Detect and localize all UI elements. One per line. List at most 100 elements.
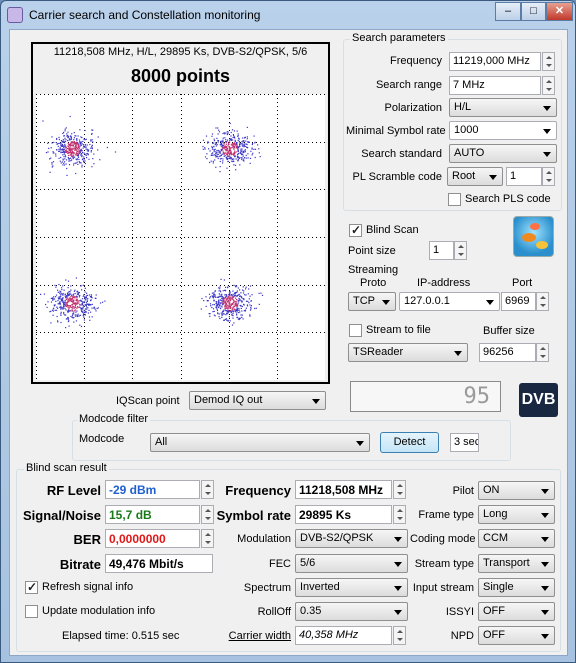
blind-scan-checkbox[interactable] <box>349 223 362 237</box>
port-input[interactable]: 6969 <box>501 292 536 311</box>
iq-point <box>75 172 77 175</box>
iq-point <box>214 290 216 292</box>
iq-point <box>52 299 54 301</box>
signal-noise-spinner[interactable] <box>201 505 214 524</box>
update-modulation-checkbox[interactable] <box>25 605 38 618</box>
ip-address-select[interactable]: 127.0.0.1 <box>399 292 500 311</box>
iq-point <box>52 310 54 312</box>
result-frequency-spinner[interactable] <box>393 480 406 499</box>
stream-target-select[interactable]: TSReader <box>348 343 468 362</box>
min-symbol-rate-label: Minimal Symbol rate <box>346 125 446 137</box>
iq-point <box>227 287 229 289</box>
point-size-input[interactable]: 1 <box>429 241 454 260</box>
buffer-size-input[interactable]: 96256 <box>479 343 536 362</box>
iq-point <box>67 156 69 159</box>
proto-select[interactable]: TCP <box>348 292 396 311</box>
close-button[interactable]: ✕ <box>546 2 573 21</box>
search-pls-checkbox[interactable] <box>448 193 461 206</box>
frequency-input[interactable]: 11219,000 MHz <box>449 52 541 71</box>
iq-point <box>91 316 93 318</box>
iq-point <box>231 129 234 131</box>
iq-point <box>237 146 239 148</box>
rolloff-value: 0.35 <box>300 605 322 617</box>
detect-button[interactable]: Detect <box>380 432 439 453</box>
issyi-select[interactable]: OFF <box>478 602 555 621</box>
fec-select[interactable]: 5/6 <box>295 554 408 573</box>
iq-point <box>59 303 61 305</box>
search-standard-select[interactable]: AUTO <box>449 144 557 163</box>
iq-point <box>73 164 75 166</box>
iq-point <box>57 289 59 291</box>
iq-point <box>232 296 234 298</box>
iq-point <box>57 145 59 147</box>
refresh-signal-checkbox[interactable] <box>25 580 38 594</box>
iq-point <box>75 143 77 145</box>
input-stream-select[interactable]: Single <box>478 578 555 597</box>
polarization-select[interactable]: H/L <box>449 98 557 117</box>
iq-point <box>230 158 232 160</box>
iq-point <box>251 294 253 296</box>
minimize-button[interactable]: – <box>495 2 521 21</box>
iq-point <box>226 149 229 151</box>
title-bar[interactable]: Carrier search and Constellation monitor… <box>1 1 575 29</box>
iq-point <box>220 278 222 280</box>
iq-point <box>60 162 62 164</box>
min-symbol-rate-select[interactable]: 1000 <box>449 121 557 140</box>
frequency-spinner[interactable] <box>542 52 555 71</box>
pl-scramble-value-input[interactable]: 1 <box>506 167 542 186</box>
iq-point <box>84 163 86 165</box>
iq-point <box>224 301 226 303</box>
iq-point <box>234 311 237 313</box>
iq-point <box>222 137 224 139</box>
iq-point <box>59 290 61 292</box>
stream-to-file-checkbox[interactable] <box>349 324 362 337</box>
iq-point <box>70 310 72 312</box>
carrier-width-spinner[interactable] <box>393 626 406 645</box>
iqscan-point-select[interactable]: Demod IQ out <box>189 391 326 410</box>
iq-point <box>62 308 64 310</box>
port-spinner[interactable] <box>536 292 549 311</box>
point-size-spinner[interactable] <box>454 241 467 260</box>
iq-point <box>54 284 56 286</box>
iq-point <box>212 308 215 310</box>
search-range-input[interactable]: 7 MHz <box>449 76 541 95</box>
maximize-button[interactable]: □ <box>521 2 546 21</box>
timeout-input[interactable]: 3 sec <box>450 433 479 452</box>
symbol-rate-spinner[interactable] <box>393 505 406 524</box>
iq-point <box>248 288 250 290</box>
iq-point <box>229 122 231 125</box>
modulation-select[interactable]: DVB-S2/QPSK <box>295 529 408 548</box>
stream-type-select[interactable]: Transport <box>478 554 555 573</box>
npd-select[interactable]: OFF <box>478 626 555 645</box>
iq-point <box>228 306 230 308</box>
search-range-spinner[interactable] <box>542 76 555 95</box>
buffer-size-spinner[interactable] <box>536 343 549 362</box>
ber-spinner[interactable] <box>201 529 214 548</box>
iq-point <box>75 311 77 313</box>
iq-point <box>67 306 69 308</box>
rolloff-select[interactable]: 0.35 <box>295 602 408 621</box>
iq-point <box>76 293 78 295</box>
pl-scramble-mode-select[interactable]: Root <box>447 167 503 186</box>
iq-point <box>217 141 219 143</box>
rf-level-spinner[interactable] <box>201 480 214 499</box>
modcode-select[interactable]: All <box>150 433 370 452</box>
iq-point <box>209 303 212 305</box>
iq-point <box>96 307 98 310</box>
iq-point <box>60 295 62 298</box>
iq-point <box>63 135 65 137</box>
carrier-width-link[interactable]: Carrier width <box>215 630 291 642</box>
iq-point <box>65 151 67 154</box>
stream-target-value: TSReader <box>353 346 404 358</box>
iq-point <box>85 138 87 140</box>
iq-point <box>218 290 220 292</box>
iq-point <box>102 301 104 303</box>
spectrum-select[interactable]: Inverted <box>295 578 408 597</box>
iq-point <box>221 293 223 295</box>
coding-mode-select[interactable]: CCM <box>478 529 555 548</box>
iq-point <box>73 132 75 134</box>
iq-point <box>62 132 64 135</box>
pilot-select[interactable]: ON <box>478 481 555 500</box>
pl-scramble-spinner[interactable] <box>542 167 555 186</box>
frame-type-select[interactable]: Long <box>478 505 555 524</box>
